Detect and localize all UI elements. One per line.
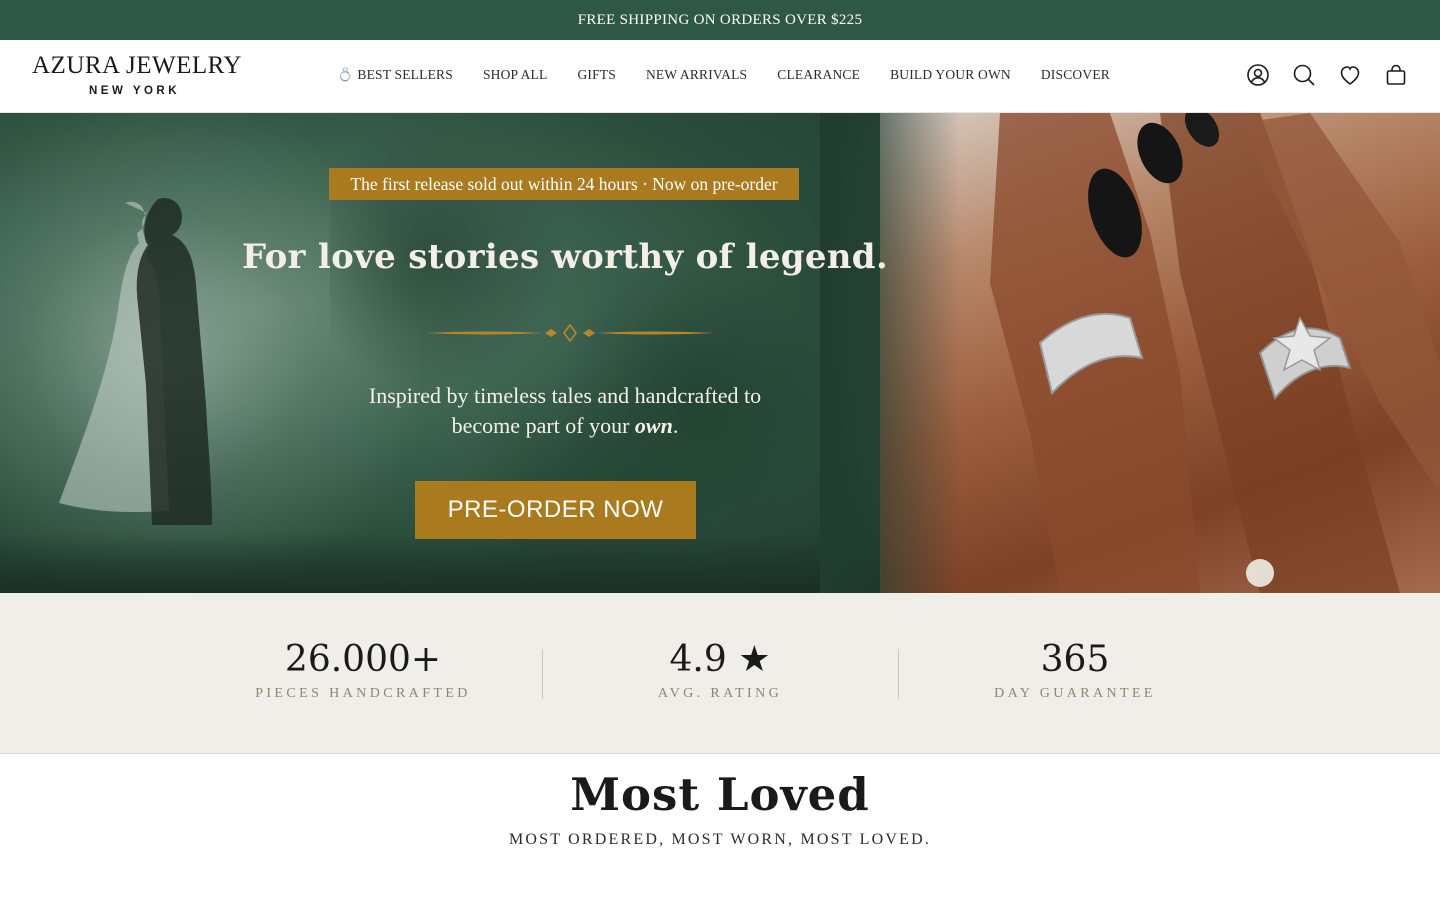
stat-value: 365 [1040, 639, 1110, 680]
hero-banner: The first release sold out within 24 hou… [0, 113, 1440, 593]
nav-item-new-arrivals[interactable]: NEW ARRIVALS [646, 65, 747, 85]
hero-title: For love stories worthy of legend. [242, 237, 888, 277]
stat-avg-rating: 4.9 ★ AVG. RATING [570, 638, 870, 702]
nav-item-clearance[interactable]: CLEARANCE [777, 65, 860, 85]
hero-subtitle-line1: Inspired by timeless tales and handcraft… [368, 383, 762, 408]
promo-bar: FREE SHIPPING ON ORDERS OVER $225 [0, 0, 1440, 40]
account-icon[interactable] [1246, 62, 1270, 88]
hero-subtitle-line2-suffix: . [672, 413, 679, 438]
stat-value: 4.9 ★ [669, 639, 771, 680]
section-title: Most Loved [570, 768, 870, 821]
nav-label: SHOP ALL [482, 67, 548, 82]
logo[interactable]: AZURA JEWELRY NEW YORK [32, 52, 241, 102]
nav-label: DISCOVER [1040, 67, 1110, 82]
stat-divider [542, 649, 543, 699]
hero-subtitle-line2-prefix: become part of your [451, 413, 635, 438]
site-header: AZURA JEWELRY NEW YORK 💍 BEST SELLERS SH… [0, 40, 1440, 113]
stat-value: 26.000+ [284, 639, 442, 680]
stat-label: DAY GUARANTEE [994, 686, 1156, 701]
hero-subtitle: Inspired by timeless tales and handcraft… [300, 381, 830, 441]
nav-label: GIFTS [577, 67, 616, 82]
nav-item-shop-all[interactable]: SHOP ALL [483, 65, 548, 85]
nav-label: BEST SELLERS [357, 67, 453, 82]
stat-label: PIECES HANDCRAFTED [255, 686, 471, 701]
wishlist-heart-icon[interactable] [1338, 62, 1362, 88]
logo-wordmark: AZURA JEWELRY [32, 52, 242, 79]
stats-bar: 26.000+ PIECES HANDCRAFTED 4.9 ★ AVG. RA… [0, 593, 1440, 754]
hands-with-rings-image [990, 113, 1440, 593]
promo-text: FREE SHIPPING ON ORDERS OVER $225 [577, 11, 863, 28]
hero-subtitle-emphasis: own [634, 413, 673, 438]
nav-item-best-sellers[interactable]: 💍 BEST SELLERS [337, 65, 453, 85]
preorder-badge-text: The first release sold out within 24 hou… [350, 173, 778, 194]
nav-label: NEW ARRIVALS [645, 67, 748, 82]
preorder-now-button[interactable]: PRE-ORDER NOW [415, 481, 696, 539]
hero-blend [820, 113, 960, 593]
stat-label: AVG. RATING [657, 686, 783, 701]
ornament-divider-icon [425, 323, 715, 343]
nav-item-discover[interactable]: DISCOVER [1041, 65, 1110, 85]
nav-label: CLEARANCE [777, 67, 861, 82]
nav-label: BUILD YOUR OWN [890, 67, 1011, 82]
search-icon[interactable] [1292, 62, 1316, 88]
section-subtitle: MOST ORDERED, MOST WORN, MOST LOVED. [508, 831, 932, 848]
most-loved-section: Most Loved MOST ORDERED, MOST WORN, MOST… [0, 754, 1440, 900]
cart-bag-icon[interactable] [1384, 62, 1408, 88]
nav-item-gifts[interactable]: GIFTS [577, 65, 616, 85]
stat-day-guarantee: 365 DAY GUARANTEE [925, 638, 1225, 702]
logo-subtitle: NEW YORK [89, 85, 181, 97]
preorder-badge: The first release sold out within 24 hou… [329, 168, 799, 200]
header-icons [1246, 62, 1408, 88]
nav-item-build-your-own[interactable]: BUILD YOUR OWN [890, 65, 1011, 85]
main-nav: 💍 BEST SELLERS SHOP ALL GIFTS NEW ARRIVA… [337, 65, 1140, 85]
stat-divider [898, 649, 899, 699]
preorder-now-label: PRE-ORDER NOW [447, 496, 664, 523]
ring-icon: 💍 [337, 67, 354, 82]
stat-pieces-handcrafted: 26.000+ PIECES HANDCRAFTED [213, 638, 513, 702]
